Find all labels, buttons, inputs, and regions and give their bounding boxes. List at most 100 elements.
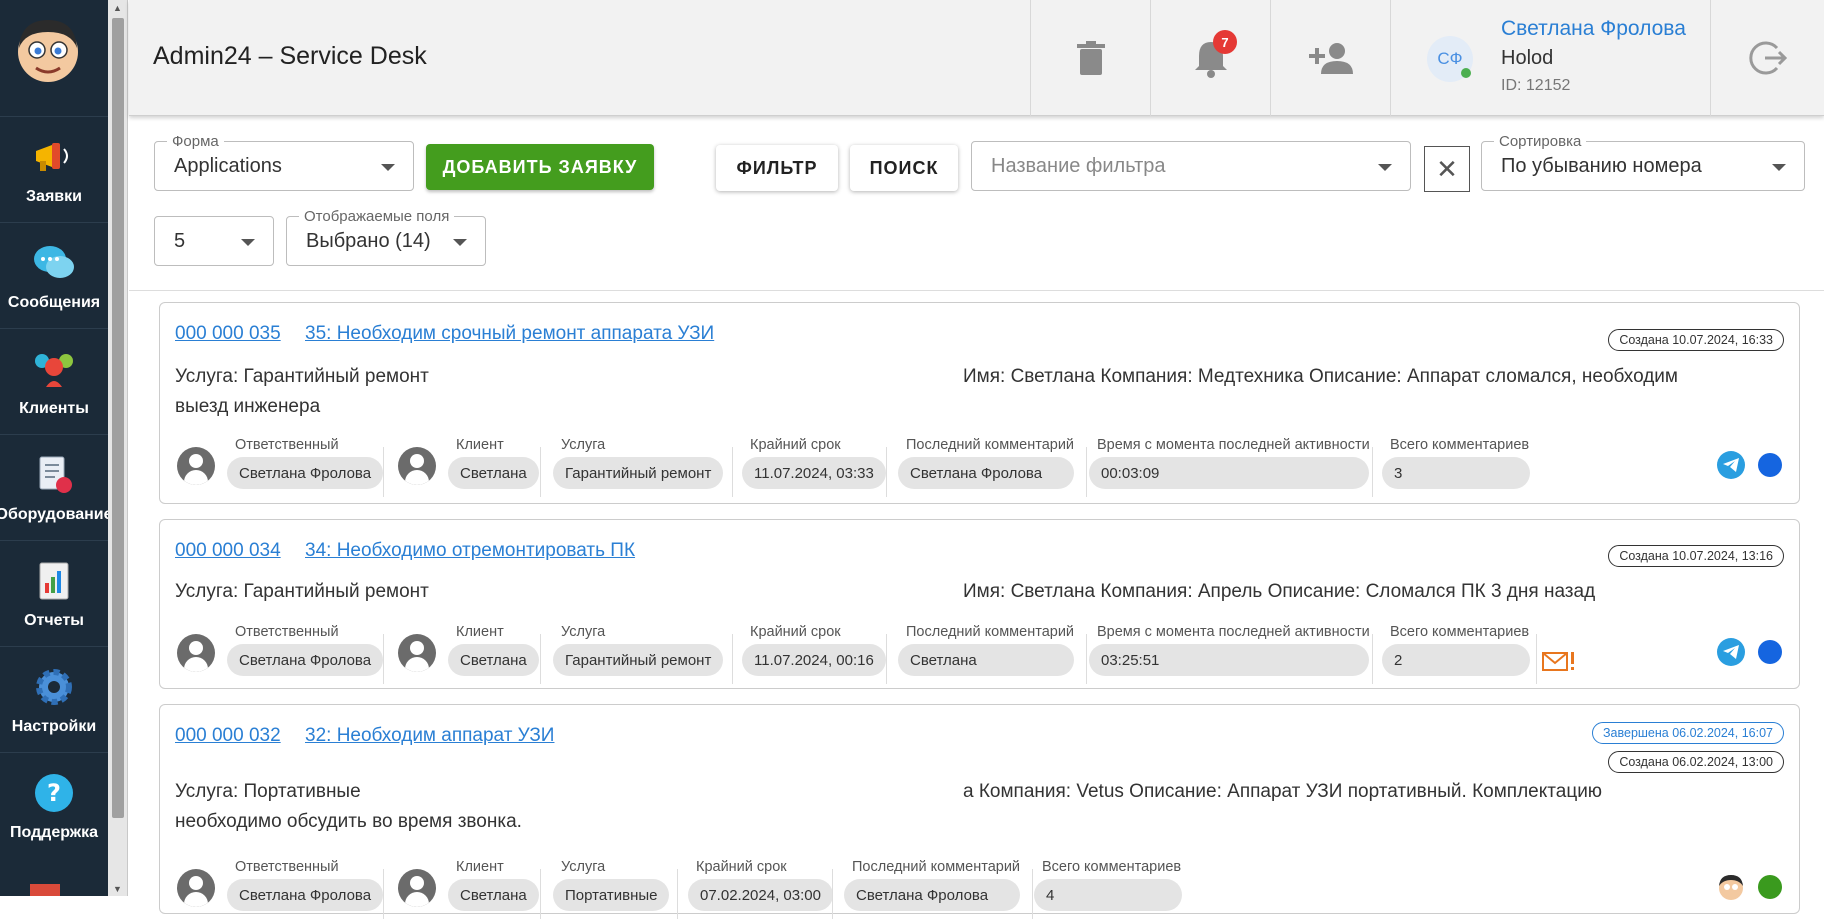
chevron-down-icon xyxy=(381,164,395,171)
meta-divider xyxy=(1086,634,1087,684)
completed-badge: Завершена 06.02.2024, 16:07 xyxy=(1591,722,1784,744)
add-user-button[interactable] xyxy=(1270,0,1390,116)
ticket-title-link[interactable]: 32: Необходим аппарат УЗИ xyxy=(305,725,554,747)
meta-divider xyxy=(677,869,678,919)
filter-name-select[interactable]: Название фильтра xyxy=(971,141,1411,191)
service-chip[interactable]: Гарантийный ремонт xyxy=(553,644,724,676)
help-question-icon: ? xyxy=(31,770,77,816)
user-name[interactable]: Светлана Фролова xyxy=(1501,17,1686,41)
service-chip[interactable]: Портативные xyxy=(553,879,670,911)
last-comment-chip: Светлана xyxy=(898,644,1074,676)
responsible-chip[interactable]: Светлана Фролова xyxy=(227,879,384,911)
meta-label: Ответственный xyxy=(235,437,339,453)
responsible-chip[interactable]: Светлана Фролова xyxy=(227,644,384,676)
ticket-card[interactable]: 000 000 035 35: Необходим срочный ремонт… xyxy=(159,302,1800,504)
meta-divider xyxy=(1032,869,1033,919)
meta-label: Клиент xyxy=(456,859,504,875)
meta-label: Клиент xyxy=(456,624,504,640)
telegram-icon[interactable] xyxy=(1717,451,1745,479)
ticket-info-line: Имя: Светлана Компания: Апрель Описание:… xyxy=(963,581,1596,602)
sidebar-item-support[interactable]: ? Поддержка xyxy=(0,752,108,858)
client-chip[interactable]: Светлана xyxy=(448,644,539,676)
service-chip[interactable]: Гарантийный ремонт xyxy=(553,457,724,489)
search-button[interactable]: ПОИСК xyxy=(850,145,958,191)
user-avatar-icon xyxy=(1719,875,1743,900)
meta-label: Всего комментариев xyxy=(1042,859,1182,875)
scrollbar-thumb[interactable] xyxy=(112,18,124,818)
responsible-chip[interactable]: Светлана Фролова xyxy=(227,457,384,489)
sidebar-item-settings[interactable]: Настройки xyxy=(0,646,108,752)
meta-label: Услуга xyxy=(561,859,606,875)
sidebar-item-label: Настройки xyxy=(11,717,97,735)
created-badge: Создана 10.07.2024, 13:16 xyxy=(1608,545,1784,567)
sidebar-item-reports[interactable]: Отчеты xyxy=(0,540,108,646)
clear-filter-button[interactable]: ✕ xyxy=(1424,146,1470,192)
meta-label: Последний комментарий xyxy=(906,624,1075,640)
ticket-number-link[interactable]: 000 000 035 xyxy=(175,323,281,345)
unread-mail-icon[interactable] xyxy=(1542,650,1576,677)
ticket-number-link[interactable]: 000 000 034 xyxy=(175,540,281,562)
meta-label: Ответственный xyxy=(235,859,339,875)
meta-divider xyxy=(1372,447,1373,497)
ticket-info-line: а Компания: Vetus Описание: Аппарат УЗИ … xyxy=(963,781,1603,802)
sidebar-item-equipment[interactable]: Оборудование xyxy=(0,434,113,540)
displayed-fields-select[interactable]: Отображаемые поля Выбрано (14) xyxy=(286,208,486,266)
deadline-chip: 07.02.2024, 03:00 xyxy=(688,879,833,911)
sidebar-item-requests[interactable]: Заявки xyxy=(0,116,108,222)
form-select[interactable]: Форма Applications xyxy=(154,133,414,191)
user-profile[interactable]: СФ Светлана Фролова Holod ID: 12152 xyxy=(1390,0,1710,116)
sidebar-item-clients[interactable]: Клиенты xyxy=(0,328,108,434)
ticket-service-line: Услуга: Гарантийный ремонт xyxy=(175,366,429,387)
person-icon xyxy=(177,869,215,907)
client-chip[interactable]: Светлана xyxy=(448,879,539,911)
close-icon: ✕ xyxy=(1436,153,1458,184)
ticket-meta-row: Ответственный Светлана Фролова Клиент Свет… xyxy=(160,859,1801,919)
ticket-number-link[interactable]: 000 000 032 xyxy=(175,725,281,747)
sidebar-scrollbar[interactable]: ▲ ▼ xyxy=(108,0,128,896)
scroll-up-icon[interactable]: ▲ xyxy=(113,3,122,13)
logout-button[interactable] xyxy=(1710,0,1824,116)
sidebar-item-label: Сообщения xyxy=(7,293,101,311)
sort-select[interactable]: Сортировка По убыванию номера xyxy=(1481,133,1805,191)
trash-button[interactable] xyxy=(1030,0,1150,116)
people-icon xyxy=(31,346,77,392)
scroll-down-icon[interactable]: ▼ xyxy=(113,884,122,894)
ticket-info-line: Имя: Светлана Компания: Медтехника Описа… xyxy=(963,366,1678,387)
page-size-select[interactable]: 5 xyxy=(154,216,274,266)
sidebar: Заявки Сообщения Клиенты Оборудование От… xyxy=(0,0,113,896)
notifications-button[interactable]: 7 xyxy=(1150,0,1270,116)
status-dot xyxy=(1758,875,1782,899)
meta-divider xyxy=(732,634,733,684)
displayed-fields-label: Отображаемые поля xyxy=(299,208,455,225)
add-user-icon xyxy=(1308,43,1353,74)
meta-label: Крайний срок xyxy=(750,624,841,640)
sidebar-item-messages[interactable]: Сообщения xyxy=(0,222,108,328)
meta-label: Последний комментарий xyxy=(906,437,1075,453)
filter-button[interactable]: ФИЛЬТР xyxy=(716,145,838,191)
form-select-value: Applications xyxy=(174,155,282,177)
total-comments-chip: 4 xyxy=(1034,879,1182,911)
time-since-chip: 03:25:51 xyxy=(1089,644,1369,676)
sidebar-item-label: Клиенты xyxy=(19,399,89,417)
person-icon xyxy=(177,634,215,672)
ticket-card[interactable]: 000 000 034 34: Необходимо отремонтирова… xyxy=(159,519,1800,689)
client-chip[interactable]: Светлана xyxy=(448,457,539,489)
telegram-icon[interactable] xyxy=(1717,638,1745,666)
meta-label: Крайний срок xyxy=(696,859,787,875)
deadline-chip: 11.07.2024, 00:16 xyxy=(742,644,886,676)
person-icon xyxy=(398,869,436,907)
meta-label: Время с момента последней активности xyxy=(1097,624,1370,640)
logout-icon xyxy=(1748,41,1787,75)
meta-label: Всего комментариев xyxy=(1390,437,1530,453)
add-request-button[interactable]: ДОБАВИТЬ ЗАЯВКУ xyxy=(426,144,654,190)
ticket-card[interactable]: 000 000 032 32: Необходим аппарат УЗИ За… xyxy=(159,704,1800,919)
filter-name-placeholder: Название фильтра xyxy=(991,155,1166,177)
meta-label: Всего комментариев xyxy=(1390,624,1530,640)
last-comment-chip: Светлана Фролова xyxy=(898,457,1074,489)
sort-select-label: Сортировка xyxy=(1494,133,1587,150)
ticket-title-link[interactable]: 35: Необходим срочный ремонт аппарата УЗ… xyxy=(305,323,714,345)
ticket-title-link[interactable]: 34: Необходимо отремонтировать ПК xyxy=(305,540,635,562)
sidebar-item-label: Оборудование xyxy=(0,505,113,523)
sort-select-value: По убыванию номера xyxy=(1501,155,1702,177)
sidebar-partial-icon xyxy=(30,884,60,896)
